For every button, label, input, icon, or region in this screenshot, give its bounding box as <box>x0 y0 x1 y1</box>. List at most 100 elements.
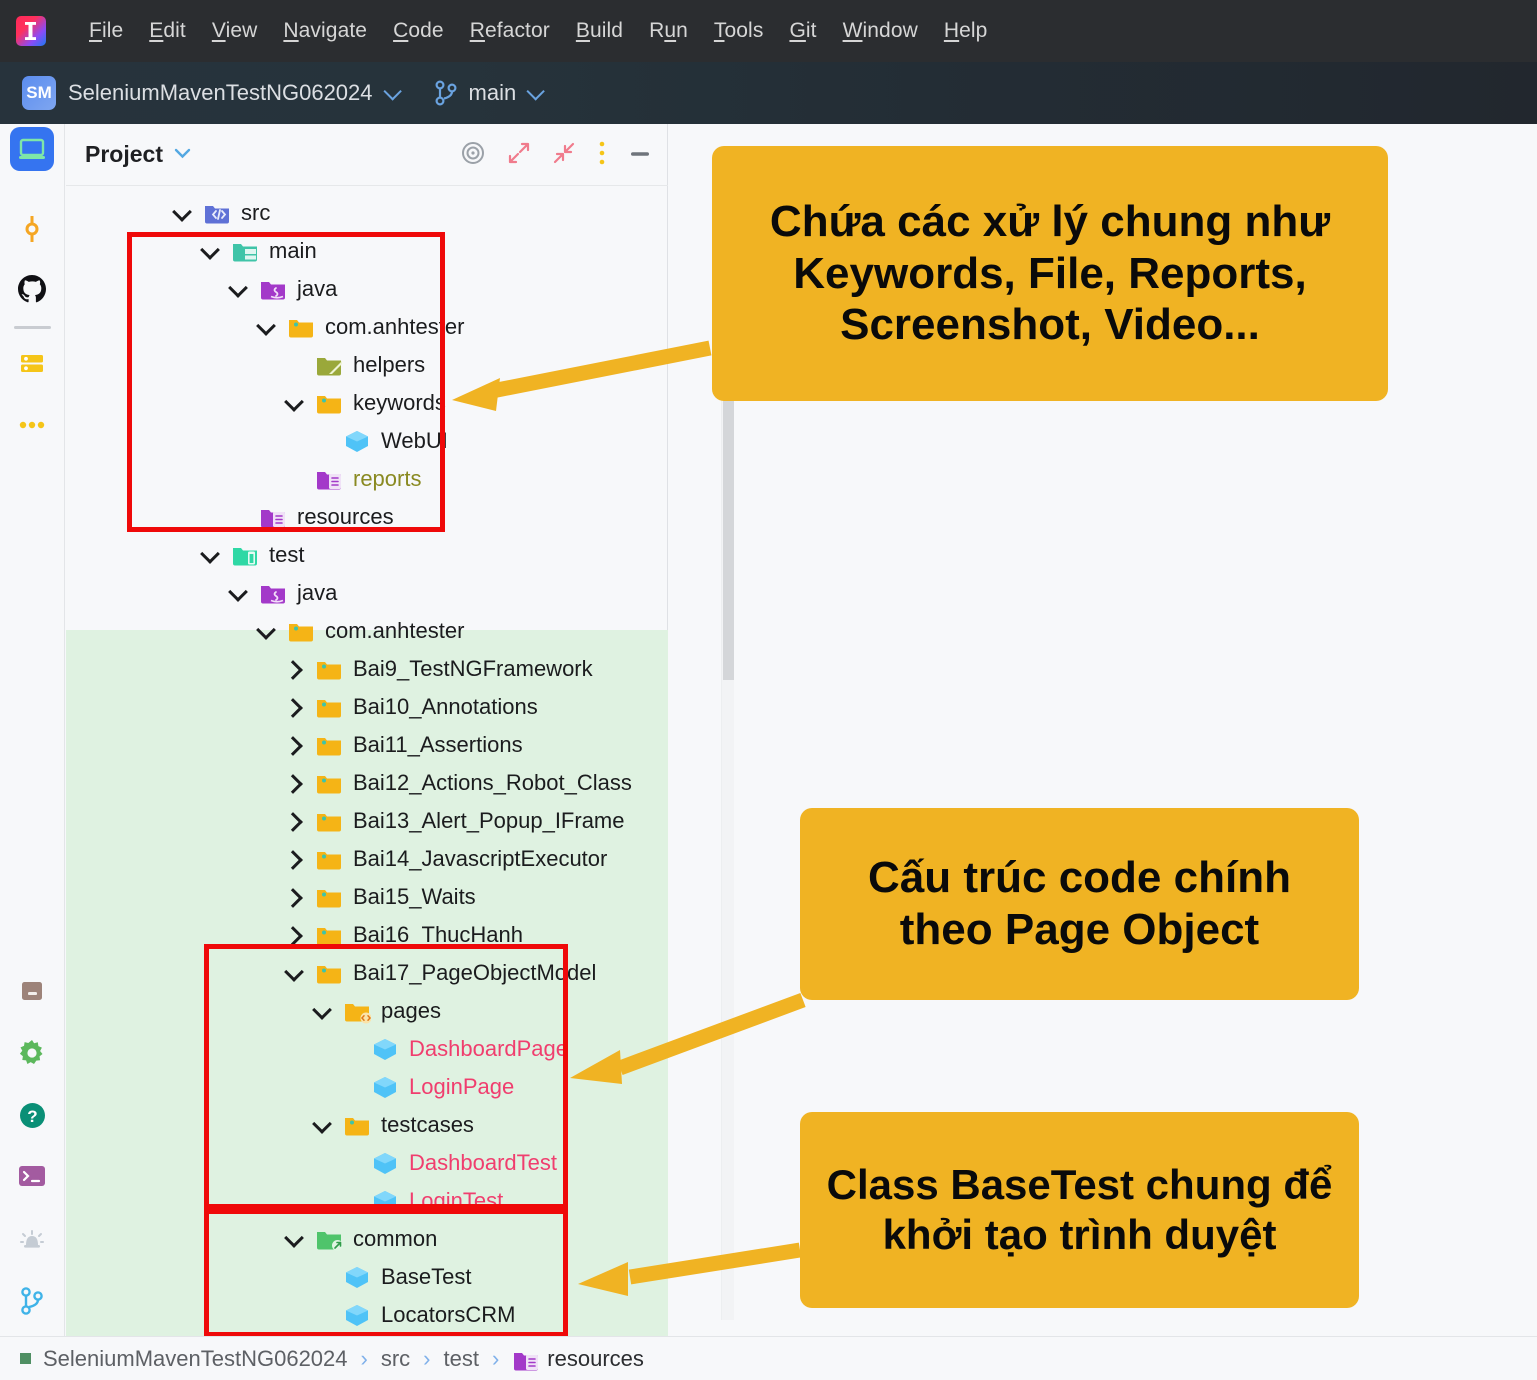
tree-row-label: Bai12_Actions_Robot_Class <box>353 770 632 795</box>
tree-row-label: src <box>241 200 271 225</box>
sidebar-item-project[interactable] <box>10 127 54 171</box>
tree-row-label: test <box>269 542 305 567</box>
gear-icon <box>19 1040 43 1064</box>
tree-row-label: Bai13_Alert_Popup_IFrame <box>353 808 625 833</box>
sidebar-item-more[interactable] <box>10 403 54 447</box>
test-module-folder-icon <box>231 541 259 569</box>
tree-row[interactable]: Bai11_Assertions <box>66 726 668 764</box>
chevron-down-icon[interactable] <box>171 202 193 224</box>
package-folder-icon <box>287 617 315 645</box>
package-folder-icon <box>315 769 343 797</box>
project-name: SeleniumMavenTestNG062024 <box>68 80 373 105</box>
module-square-icon <box>20 1353 31 1364</box>
menu-item-run[interactable]: Run <box>636 19 701 43</box>
chevron-down-icon[interactable] <box>255 620 277 642</box>
sidebar-item-settings[interactable] <box>10 1031 54 1075</box>
expand-arrows-icon[interactable] <box>507 141 531 170</box>
menu-item-tools[interactable]: Tools <box>701 19 777 43</box>
chevron-right-icon[interactable] <box>283 696 305 718</box>
left-tool-strip: ? <box>0 124 65 1336</box>
chevron-right-icon[interactable] <box>283 772 305 794</box>
tree-row[interactable]: Bai10_Annotations <box>66 688 668 726</box>
alarm-bell-icon <box>20 1230 44 1248</box>
tree-row[interactable]: java <box>66 574 668 612</box>
menu-item-refactor[interactable]: Refactor <box>457 19 563 43</box>
sidebar-item-github[interactable] <box>10 267 54 311</box>
branch-name: main <box>468 80 517 105</box>
chevron-right-icon[interactable] <box>283 924 305 946</box>
menu-item-code[interactable]: Code <box>380 19 457 43</box>
sidebar-item-build[interactable] <box>10 969 54 1013</box>
tree-row-label: com.anhtester <box>325 618 465 643</box>
menu-item-navigate[interactable]: Navigate <box>270 19 380 43</box>
breadcrumb-item[interactable]: SeleniumMavenTestNG062024 <box>43 1346 348 1372</box>
menu-item-edit[interactable]: Edit <box>136 19 199 43</box>
tree-row[interactable]: Bai14_JavascriptExecutor <box>66 840 668 878</box>
chevron-right-icon[interactable] <box>283 886 305 908</box>
vertical-dots-icon[interactable] <box>597 140 607 171</box>
menu-item-window[interactable]: Window <box>830 19 931 43</box>
package-folder-icon <box>315 655 343 683</box>
sidebar-item-version-control[interactable] <box>10 1279 54 1323</box>
menu-item-file[interactable]: File <box>76 19 136 43</box>
intellij-window: File Edit View Navigate Code Refactor Build Run… <box>0 0 1537 1380</box>
tree-row[interactable]: Bai12_Actions_Robot_Class <box>66 764 668 802</box>
chevron-right-icon[interactable] <box>283 848 305 870</box>
tree-row[interactable]: src <box>66 194 668 232</box>
tree-row[interactable]: Bai15_Waits <box>66 878 668 916</box>
chevron-down-icon[interactable] <box>174 146 191 164</box>
project-selector[interactable]: SeleniumMavenTestNG062024 <box>68 80 402 106</box>
source-root-folder-icon <box>203 199 231 227</box>
terminal-icon <box>19 1166 45 1186</box>
svg-text:?: ? <box>27 1107 37 1126</box>
common-package-highlight <box>204 1209 568 1337</box>
breadcrumb-item[interactable]: test <box>444 1346 479 1372</box>
chevron-down-icon[interactable] <box>227 582 249 604</box>
sidebar-item-commit[interactable] <box>10 207 54 251</box>
chevron-right-icon[interactable] <box>283 734 305 756</box>
callout-common-handling: Chứa các xử lý chung như Keywords, File,… <box>712 146 1388 401</box>
tree-row[interactable]: test <box>66 536 668 574</box>
collapse-arrows-icon[interactable] <box>552 141 576 170</box>
callout-basetest: Class BaseTest chung để khởi tạo trình d… <box>800 1112 1359 1308</box>
breadcrumb-item[interactable]: src <box>381 1346 410 1372</box>
chevron-right-icon[interactable] <box>283 810 305 832</box>
breadcrumb-item[interactable]: resources <box>547 1346 644 1372</box>
menu-item-build[interactable]: Build <box>563 19 636 43</box>
tree-row-label: Bai14_JavascriptExecutor <box>353 846 608 871</box>
callout-basetest-text: Class BaseTest chung để khởi tạo trình d… <box>826 1161 1333 1258</box>
project-toolbar: SM SeleniumMavenTestNG062024 main <box>0 62 1537 124</box>
project-window-icon <box>19 138 45 159</box>
chevron-down-icon <box>382 81 402 101</box>
callout-common-handling-text: Chứa các xử lý chung như Keywords, File,… <box>769 196 1331 350</box>
breadcrumb-separator: › <box>491 1345 500 1371</box>
panel-title: Project <box>85 141 163 167</box>
menu-bar: File Edit View Navigate Code Refactor Build Run… <box>0 0 1537 62</box>
tree-row[interactable]: com.anhtester <box>66 612 668 650</box>
main-module-highlight <box>127 232 445 532</box>
sidebar-item-help[interactable]: ? <box>10 1093 54 1137</box>
target-icon[interactable] <box>460 140 486 171</box>
intellij-idea-logo-icon[interactable] <box>16 16 46 46</box>
git-branch-icon <box>21 1287 43 1315</box>
breadcrumb[interactable]: SeleniumMavenTestNG062024 › src › test › resou… <box>43 1346 644 1372</box>
chevron-right-icon[interactable] <box>283 658 305 680</box>
sidebar-item-terminal[interactable] <box>10 1154 54 1198</box>
resources-folder-icon <box>512 1346 539 1372</box>
menu-item-view[interactable]: View <box>199 19 271 43</box>
sidebar-item-database[interactable] <box>10 341 54 385</box>
tree-row[interactable]: Bai9_TestNGFramework <box>66 650 668 688</box>
chevron-down-icon[interactable] <box>199 544 221 566</box>
page-object-model-highlight <box>204 944 568 1209</box>
branch-selector[interactable]: main <box>433 79 546 107</box>
minimize-icon[interactable] <box>628 146 652 164</box>
menu-item-help[interactable]: Help <box>931 19 1001 43</box>
tree-row[interactable]: Bai13_Alert_Popup_IFrame <box>66 802 668 840</box>
sidebar-item-problems[interactable] <box>10 1217 54 1261</box>
project-badge: SM <box>22 76 56 110</box>
package-folder-icon <box>315 731 343 759</box>
more-dots-icon <box>19 421 45 429</box>
package-box-icon <box>22 982 42 1000</box>
package-folder-icon <box>315 845 343 873</box>
menu-item-git[interactable]: Git <box>776 19 829 43</box>
